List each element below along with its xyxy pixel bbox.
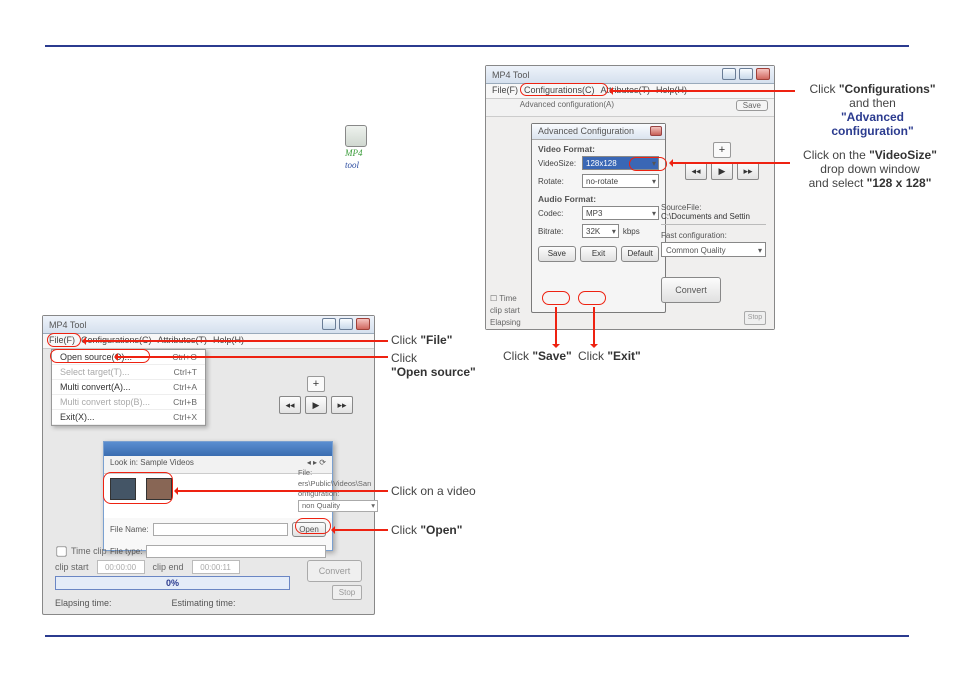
- filetype-input[interactable]: [146, 545, 326, 558]
- playback-controls: + ◂◂ ▶ ▸▸: [680, 142, 764, 180]
- bottom-rule: [45, 635, 909, 637]
- bitrate-select[interactable]: 32K: [582, 224, 619, 238]
- annotation-exit: Click "Exit": [578, 349, 641, 363]
- stop-button[interactable]: Stop: [744, 311, 766, 325]
- arrow-videosize: [670, 162, 790, 164]
- annotation-open: Click "Open": [391, 523, 462, 537]
- fastcfg-select[interactable]: Common Quality: [661, 242, 766, 257]
- annotation-save: Click "Save": [503, 349, 572, 363]
- window-titlebar: MP4 Tool: [43, 316, 374, 334]
- advanced-config-dialog: Advanced Configuration Video Format: Vid…: [531, 123, 666, 313]
- annotation-click-video: Click on a video: [391, 484, 476, 498]
- filetype-label: File type:: [110, 547, 142, 556]
- menu-item-exit[interactable]: Exit(X)...Ctrl+X: [52, 410, 205, 425]
- toolbar: Advanced configuration(A) Save: [486, 99, 774, 117]
- dlg-exit-button[interactable]: Exit: [580, 246, 618, 262]
- mp4-tool-icon: MP4tool: [345, 125, 381, 171]
- menu-file[interactable]: File(F): [49, 335, 75, 347]
- convert-button[interactable]: Convert: [661, 277, 721, 303]
- arrow-configurations: [610, 90, 795, 92]
- rotate-label: Rotate:: [538, 177, 578, 186]
- close-button[interactable]: [356, 318, 370, 330]
- video-thumbnail[interactable]: [146, 478, 172, 500]
- maximize-button[interactable]: [339, 318, 353, 330]
- video-thumbnail[interactable]: [110, 478, 136, 500]
- fastcfg-label: Fast configuration:: [661, 231, 766, 240]
- convert-button[interactable]: Convert: [307, 560, 362, 582]
- bitrate-label: Bitrate:: [538, 227, 578, 236]
- arrow-open: [332, 529, 388, 531]
- content-area: Advanced Configuration Video Format: Vid…: [486, 117, 774, 329]
- rewind-button[interactable]: ◂◂: [685, 162, 707, 180]
- filename-label: File Name:: [110, 525, 149, 534]
- menu-item-multi-convert-stop[interactable]: Multi convert stop(B)...Ctrl+B: [52, 395, 205, 410]
- arrow-open-source: [115, 356, 388, 358]
- forward-button[interactable]: ▸▸: [331, 396, 353, 414]
- window-title: MP4 Tool: [49, 320, 86, 330]
- toolbar-adv-link[interactable]: Advanced configuration(A): [520, 100, 614, 109]
- clipstart-value[interactable]: 00:00:00: [97, 560, 145, 574]
- menu-item-open-source[interactable]: Open source(O)...Ctrl+O: [52, 350, 205, 365]
- save-button[interactable]: Save: [736, 100, 768, 111]
- arrow-file: [83, 340, 388, 342]
- maximize-button[interactable]: [739, 68, 753, 80]
- rotate-select[interactable]: no-rotate: [582, 174, 659, 188]
- minimize-button[interactable]: [722, 68, 736, 80]
- close-button[interactable]: [756, 68, 770, 80]
- menu-configurations[interactable]: Configurations(C): [524, 85, 595, 97]
- arrow-exit: [593, 307, 595, 347]
- clipend-value[interactable]: 00:00:11: [192, 560, 240, 574]
- forward-button[interactable]: ▸▸: [737, 162, 759, 180]
- dlg-save-button[interactable]: Save: [538, 246, 576, 262]
- dlg-default-button[interactable]: Default: [621, 246, 659, 262]
- menu-bar[interactable]: File(F) Configurations(C) Attributes(T) …: [43, 334, 374, 349]
- sourcefile-value: C:\Documents and Settin: [661, 212, 766, 225]
- codec-select[interactable]: MP3: [582, 206, 659, 220]
- arrow-video: [175, 490, 388, 492]
- stop-button[interactable]: Stop: [332, 585, 362, 600]
- window-titlebar: MP4 Tool: [486, 66, 774, 84]
- play-button[interactable]: ▶: [305, 396, 327, 414]
- close-icon[interactable]: [650, 126, 662, 136]
- annotation-file: Click "File": [391, 333, 452, 347]
- annotation-videosize: Click on the "VideoSize" drop down windo…: [790, 148, 950, 190]
- menu-bar[interactable]: File(F) Configurations(C) Attributes(T) …: [486, 84, 774, 99]
- clipstart-label: clip start: [490, 306, 520, 315]
- file-dialog-titlebar: [104, 442, 332, 456]
- plus-button[interactable]: +: [713, 142, 731, 158]
- rewind-button[interactable]: ◂◂: [279, 396, 301, 414]
- elapsing-label: Elapsing: [490, 318, 521, 327]
- timeclip-checkbox[interactable]: ☐ Time: [490, 294, 517, 303]
- video-format-heading: Video Format:: [532, 140, 665, 154]
- right-panel: SourceFile: C:\Documents and Settin Fast…: [661, 197, 766, 303]
- annotation-configurations: Click "Configurations" and then "Advance…: [800, 82, 945, 138]
- window-title: MP4 Tool: [492, 70, 529, 80]
- screenshot-open-source: MP4 Tool File(F) Configurations(C) Attri…: [42, 315, 375, 615]
- bitrate-unit: kbps: [623, 227, 640, 236]
- menu-item-select-target[interactable]: Select target(T)...Ctrl+T: [52, 365, 205, 380]
- timeclip-checkbox[interactable]: Time clip: [55, 545, 107, 558]
- play-button[interactable]: ▶: [711, 162, 733, 180]
- elapsing-row: Elapsing time: Estimating time:: [55, 598, 236, 608]
- audio-format-heading: Audio Format:: [532, 190, 665, 204]
- minimize-button[interactable]: [322, 318, 336, 330]
- progress-bar: 0%: [55, 576, 290, 590]
- filename-input[interactable]: [153, 523, 288, 536]
- plus-button[interactable]: +: [307, 376, 325, 392]
- videosize-label: VideoSize:: [538, 159, 578, 168]
- open-button[interactable]: Open: [292, 522, 326, 537]
- sourcefile-label: SourceFile:: [661, 203, 766, 212]
- menu-item-multi-convert[interactable]: Multi convert(A)...Ctrl+A: [52, 380, 205, 395]
- clip-range-row: clip start 00:00:00 clip end 00:00:11: [55, 560, 240, 574]
- videosize-select[interactable]: 128x128: [582, 156, 659, 170]
- playback-controls: + ◂◂ ▶ ▸▸: [274, 376, 358, 414]
- dialog-title: Advanced Configuration: [532, 124, 665, 140]
- top-rule: [45, 45, 909, 47]
- arrow-save: [555, 307, 557, 347]
- annotation-open-source: Click"Open source": [391, 351, 476, 379]
- menu-file[interactable]: File(F): [492, 85, 518, 97]
- file-dropdown-menu: Open source(O)...Ctrl+O Select target(T)…: [51, 349, 206, 426]
- codec-label: Codec:: [538, 209, 578, 218]
- screenshot-advanced-config: MP4 Tool File(F) Configurations(C) Attri…: [485, 65, 775, 330]
